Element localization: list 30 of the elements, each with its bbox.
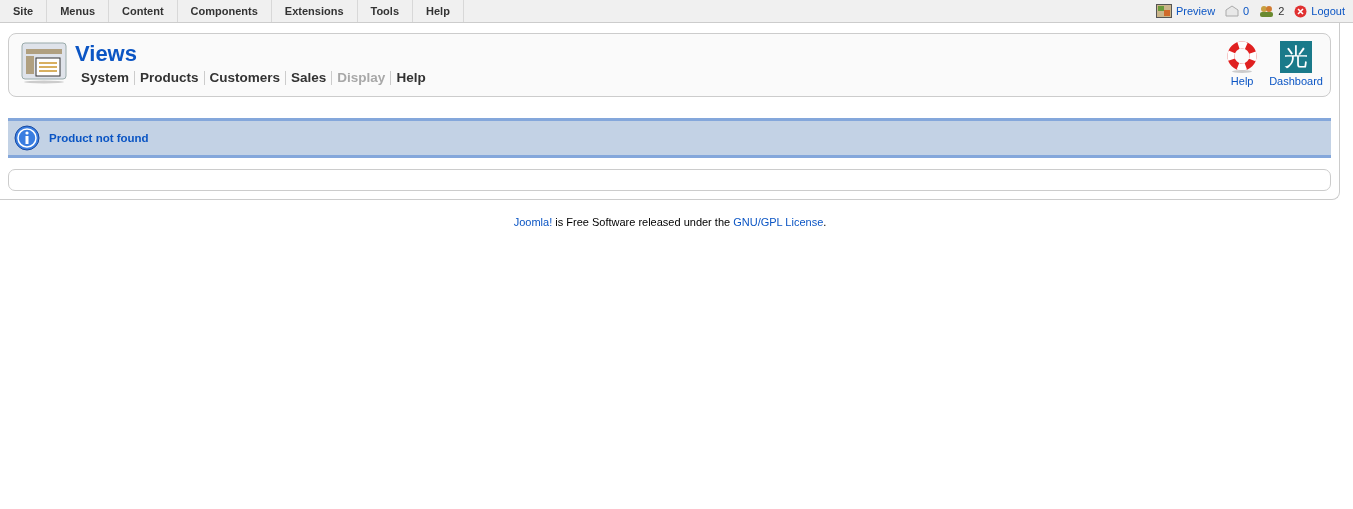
menu-item[interactable]: Extensions (271, 0, 358, 22)
page-title: Views (75, 41, 138, 67)
lifebuoy-icon (1227, 41, 1258, 73)
submenu-item[interactable]: Customers (204, 70, 286, 86)
users-icon (1259, 5, 1275, 17)
menu-item[interactable]: Content (109, 0, 178, 22)
menu-item[interactable]: Menus (47, 0, 110, 22)
info-icon (14, 125, 40, 151)
logout-icon (1294, 4, 1308, 18)
menu-item[interactable]: Site (0, 0, 48, 22)
window-icon (21, 42, 67, 84)
submenu-item[interactable]: Sales (286, 70, 332, 86)
toolbar-button[interactable]: Help (1227, 41, 1258, 87)
status-count: 2 (1278, 5, 1285, 17)
submenu-item: Display (336, 70, 387, 86)
status-link[interactable]: Logout (1311, 5, 1345, 17)
submenu-item[interactable]: Help (391, 70, 431, 86)
menu-item[interactable]: Help (413, 0, 464, 22)
menu-item[interactable]: Components (177, 0, 272, 22)
dashboard-logo: 光 (1280, 41, 1313, 73)
picture-icon (1155, 4, 1172, 18)
status-count: 0 (1243, 5, 1250, 17)
submenu-item[interactable]: System (81, 70, 135, 86)
toolbar-button[interactable]: 光 Dashboard (1269, 41, 1323, 87)
footer-link[interactable]: Joomla! (513, 216, 553, 228)
submenu-item[interactable]: Products (135, 70, 204, 86)
message-text: Product not found (49, 132, 149, 144)
footer-text: Joomla! is Free Software released under the GNU/GPL License. (512, 216, 828, 228)
status-link[interactable]: Preview (1175, 5, 1216, 17)
menu-item[interactable]: Tools (357, 0, 413, 22)
